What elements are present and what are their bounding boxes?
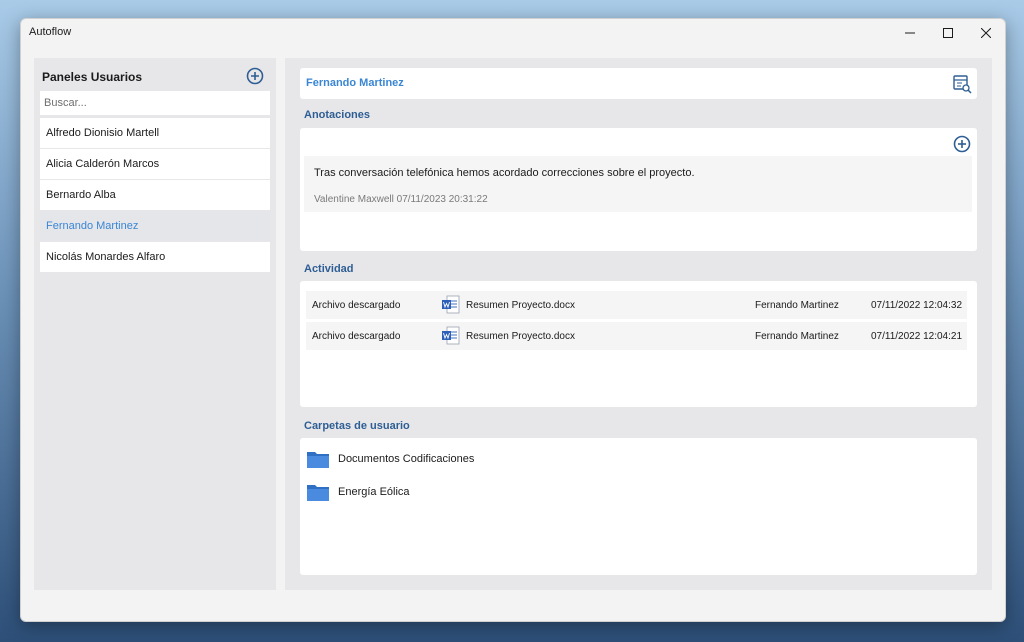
search-input[interactable] <box>40 91 270 115</box>
maximize-button[interactable] <box>929 19 967 47</box>
title-bar[interactable]: Autoflow <box>21 19 1005 47</box>
activity-action: Archivo descargado <box>312 300 401 311</box>
folder-icon <box>307 452 329 468</box>
user-detail-panel: Fernando Martinez Anotaciones Tras conve… <box>285 58 992 590</box>
plus-circle-icon <box>246 67 264 85</box>
activity-row[interactable]: Archivo descargado Resumen Proyecto.docx… <box>306 291 967 319</box>
activity-card: Archivo descargado Resumen Proyecto.docx… <box>300 281 977 407</box>
users-panel: Paneles Usuarios Alfredo Dionisio Martel… <box>34 58 276 590</box>
note-text: Tras conversación telefónica hemos acord… <box>314 167 695 179</box>
folders-card: Documentos Codificaciones Energía Eólica <box>300 438 977 575</box>
profile-header: Fernando Martinez <box>300 68 977 99</box>
window-title: Autoflow <box>29 26 72 38</box>
activity-user: Fernando Martinez <box>755 331 839 342</box>
activity-row[interactable]: Archivo descargado Resumen Proyecto.docx… <box>306 322 967 350</box>
activity-user: Fernando Martinez <box>755 300 839 311</box>
minimize-button[interactable] <box>891 19 929 47</box>
add-note-button[interactable] <box>953 135 971 158</box>
minimize-icon <box>905 32 915 34</box>
folder-label: Documentos Codificaciones <box>338 453 475 465</box>
close-button[interactable] <box>967 19 1005 47</box>
word-document-icon <box>442 326 460 345</box>
profile-name: Fernando Martinez <box>306 77 404 89</box>
app-window: Autoflow Paneles Usuarios Alfredo Dionis… <box>20 18 1006 622</box>
folders-section-title: Carpetas de usuario <box>304 420 410 432</box>
activity-date: 07/11/2022 12:04:32 <box>871 300 963 311</box>
user-list-item[interactable]: Bernardo Alba <box>40 180 270 210</box>
note-meta: Valentine Maxwell 07/11/2023 20:31:22 <box>314 194 488 205</box>
report-button[interactable] <box>952 74 972 99</box>
user-list-item-selected[interactable]: Fernando Martinez <box>40 211 270 241</box>
activity-action: Archivo descargado <box>312 331 401 342</box>
notes-card: Tras conversación telefónica hemos acord… <box>300 128 977 251</box>
activity-file-link[interactable]: Resumen Proyecto.docx <box>466 331 575 342</box>
maximize-icon <box>943 28 953 38</box>
activity-section-title: Actividad <box>304 263 354 275</box>
close-icon <box>981 28 991 38</box>
user-list-item[interactable]: Alfredo Dionisio Martell <box>40 118 270 148</box>
user-list-item[interactable]: Nicolás Monardes Alfaro <box>40 242 270 272</box>
folder-icon <box>307 485 329 501</box>
folder-item[interactable]: Documentos Codificaciones <box>306 447 474 471</box>
notes-section-title: Anotaciones <box>304 109 371 121</box>
users-panel-title: Paneles Usuarios <box>42 70 143 84</box>
user-list: Alfredo Dionisio Martell Alicia Calderón… <box>40 118 270 273</box>
word-document-icon <box>442 295 460 314</box>
note-item[interactable]: Tras conversación telefónica hemos acord… <box>304 156 972 212</box>
user-list-item[interactable]: Alicia Calderón Marcos <box>40 149 270 179</box>
report-search-icon <box>953 75 972 94</box>
activity-file-link[interactable]: Resumen Proyecto.docx <box>466 300 575 311</box>
plus-circle-icon <box>953 135 971 153</box>
folder-label: Energía Eólica <box>338 486 410 498</box>
activity-date: 07/11/2022 12:04:21 <box>871 331 963 342</box>
add-user-button[interactable] <box>246 67 264 85</box>
folder-item[interactable]: Energía Eólica <box>306 480 410 504</box>
